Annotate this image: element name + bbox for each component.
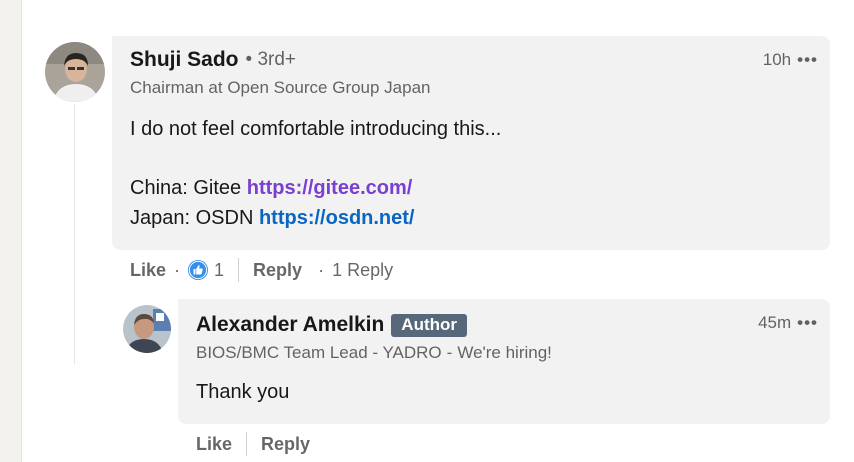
osdn-link[interactable]: https://osdn.net/	[259, 207, 415, 229]
ellipsis-icon[interactable]: •••	[797, 313, 818, 333]
comment-text: I do not feel comfortable introducing th…	[130, 114, 501, 233]
comment-text-line1: I do not feel comfortable introducing th…	[130, 118, 502, 140]
reply-actions: Like Reply	[196, 431, 310, 457]
avatar-shuji-sado[interactable]	[45, 42, 105, 102]
thumbs-up-reaction-icon[interactable]	[188, 260, 209, 280]
author-badge: Author	[391, 313, 468, 337]
comment-meta: 10h •••	[763, 50, 818, 70]
ellipsis-icon[interactable]: •••	[797, 50, 818, 70]
page-left-edge	[0, 0, 22, 462]
comment-text-line2: China: Gitee https://gitee.com/	[130, 173, 501, 203]
reply-author-name[interactable]: Alexander Amelkin	[196, 313, 384, 337]
actions-divider	[238, 258, 240, 282]
separator-dot: ·	[174, 259, 181, 280]
comment-text-china: China: Gitee	[130, 177, 247, 199]
comment-author-line: Shuji Sado • 3rd+	[130, 48, 296, 72]
reply-timestamp: 45m	[758, 313, 792, 332]
reply-author-line: Alexander Amelkin Author	[196, 313, 468, 337]
headline-separator: -	[446, 343, 453, 362]
comment-author-headline: Chairman at Open Source Group Japan	[130, 78, 431, 97]
reply-like-button[interactable]: Like	[196, 434, 232, 455]
comment-text-japan: Japan: OSDN	[130, 207, 259, 229]
comment-actions: Like · 1 Reply · 1 Reply	[130, 257, 393, 283]
reaction-count[interactable]: 1	[214, 260, 224, 281]
reply-headline-hiring: We're hiring!	[457, 343, 552, 362]
thread-line	[74, 104, 75, 364]
actions-divider	[246, 432, 248, 456]
reply-headline-role: BIOS/BMC Team Lead - YADRO	[196, 343, 442, 362]
like-button[interactable]: Like	[130, 260, 166, 281]
connection-degree: • 3rd+	[245, 49, 297, 70]
avatar-alexander-amelkin[interactable]	[123, 305, 171, 353]
reply-text: Thank you	[196, 381, 290, 403]
comment-text-line3: Japan: OSDN https://osdn.net/	[130, 203, 501, 233]
comment-author-name[interactable]: Shuji Sado	[130, 48, 239, 72]
reply-count-link[interactable]: 1 Reply	[332, 260, 393, 281]
reply-meta: 45m •••	[758, 313, 818, 333]
gitee-link[interactable]: https://gitee.com/	[247, 177, 413, 199]
separator-dot: ·	[318, 259, 325, 280]
reply-author-headline: BIOS/BMC Team Lead - YADRO - We're hiring!	[196, 343, 552, 363]
comment-timestamp: 10h	[762, 50, 792, 69]
reply-reply-button[interactable]: Reply	[261, 434, 310, 455]
reply-button[interactable]: Reply	[253, 260, 302, 281]
